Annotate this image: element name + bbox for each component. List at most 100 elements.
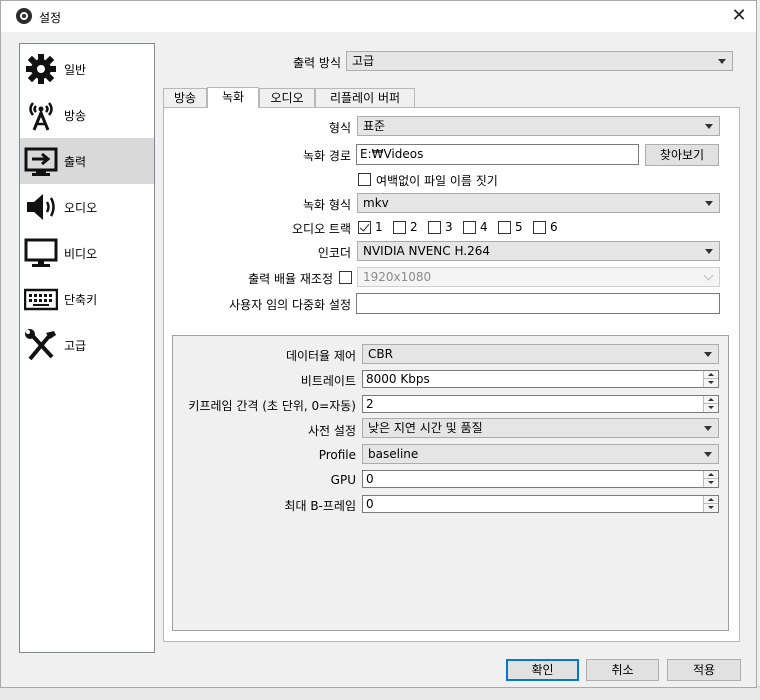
spin-down-icon[interactable] <box>703 404 718 412</box>
sidebar-item-advanced[interactable]: 고급 <box>20 322 154 368</box>
audio-track-1-label: 1 <box>375 220 383 234</box>
bitrate-value: 8000 Kbps <box>366 372 430 386</box>
sidebar-item-label: 방송 <box>64 109 87 123</box>
audio-track-3-checkbox[interactable] <box>428 221 441 234</box>
audio-track-2-label: 2 <box>410 220 418 234</box>
window-title: 설정 <box>39 11 62 25</box>
gpu-value: 0 <box>366 472 374 486</box>
spin-down-icon[interactable] <box>703 479 718 487</box>
audio-track-4-checkbox[interactable] <box>463 221 476 234</box>
sidebar-item-label: 일반 <box>64 63 87 77</box>
bitrate-spinbox[interactable]: 8000 Kbps <box>362 370 719 388</box>
recording-type-label: 형식 <box>328 121 351 135</box>
max-bframes-label: 최대 B-프레임 <box>284 499 356 513</box>
audio-track-4-label: 4 <box>480 220 488 234</box>
spin-down-icon[interactable] <box>703 379 718 387</box>
spin-down-icon[interactable] <box>703 504 718 512</box>
gpu-label: GPU <box>330 473 356 487</box>
tab-replay-buffer[interactable]: 리플레이 버퍼 <box>315 88 415 108</box>
settings-sidebar: 일반 방송 출력 오디오 비디오 단축키 고급 <box>19 43 155 653</box>
chevron-down-icon <box>704 426 712 431</box>
profile-label: Profile <box>318 448 356 462</box>
chevron-down-icon <box>703 270 714 281</box>
gpu-spinbox[interactable]: 0 <box>362 470 719 488</box>
audio-track-5-label: 5 <box>515 220 523 234</box>
output-mode-select[interactable]: 고급 <box>346 51 733 71</box>
max-bframes-spinbox[interactable]: 0 <box>362 495 719 513</box>
chevron-down-icon <box>704 452 712 457</box>
spin-up-icon[interactable] <box>703 496 718 504</box>
max-bframes-value: 0 <box>366 497 374 511</box>
obs-logo-icon <box>16 8 32 24</box>
recording-path-input[interactable]: E:₩Videos <box>356 144 639 165</box>
gear-icon <box>26 54 56 84</box>
rescale-output-checkbox[interactable] <box>339 271 352 284</box>
audio-track-6-checkbox[interactable] <box>533 221 546 234</box>
sidebar-item-output[interactable]: 출력 <box>20 138 154 184</box>
rate-control-select[interactable]: CBR <box>362 344 719 364</box>
sidebar-item-label: 출력 <box>64 155 87 169</box>
cancel-button[interactable]: 취소 <box>586 659 659 681</box>
output-monitor-icon <box>24 147 58 176</box>
chevron-down-icon <box>705 201 713 206</box>
custom-muxer-input[interactable] <box>356 293 720 314</box>
preset-label: 사전 설정 <box>308 424 356 438</box>
recording-type-value: 표준 <box>363 119 386 133</box>
tab-audio[interactable]: 오디오 <box>259 88 315 108</box>
browse-button[interactable]: 찾아보기 <box>645 144 719 166</box>
chevron-down-icon <box>705 249 713 254</box>
keyframe-interval-spinbox[interactable]: 2 <box>362 395 719 413</box>
rescale-resolution-value: 1920x1080 <box>363 270 432 284</box>
spin-up-icon[interactable] <box>703 471 718 479</box>
apply-button[interactable]: 적용 <box>667 659 741 681</box>
recording-format-select[interactable]: mkv <box>357 193 720 213</box>
audio-track-3-label: 3 <box>445 220 453 234</box>
tools-icon <box>25 329 56 361</box>
sidebar-item-stream[interactable]: 방송 <box>20 92 154 138</box>
title-bar: 설정 ✕ <box>1 1 756 32</box>
encoder-value: NVIDIA NVENC H.264 <box>363 244 490 258</box>
audio-track-6-label: 6 <box>550 220 558 234</box>
sidebar-item-label: 비디오 <box>64 247 98 261</box>
keyframe-interval-label: 키프레임 간격 (초 단위, 0=자동) <box>188 399 356 413</box>
preset-value: 낮은 지연 시간 및 품질 <box>368 421 483 435</box>
rate-control-value: CBR <box>368 347 393 361</box>
output-mode-label: 출력 방식 <box>293 56 341 70</box>
spin-up-icon[interactable] <box>703 371 718 379</box>
sidebar-item-general[interactable]: 일반 <box>20 46 154 92</box>
profile-value: baseline <box>368 447 419 461</box>
ok-button[interactable]: 확인 <box>506 659 579 681</box>
encoder-label: 인코더 <box>317 246 351 260</box>
audio-track-2-checkbox[interactable] <box>393 221 406 234</box>
chevron-down-icon <box>718 59 726 64</box>
chevron-down-icon <box>704 352 712 357</box>
no-space-filename-label: 여백없이 파일 이름 짓기 <box>376 174 498 188</box>
tab-recording[interactable]: 녹화 <box>207 87 259 108</box>
preset-select[interactable]: 낮은 지연 시간 및 품질 <box>362 418 719 438</box>
sidebar-item-hotkeys[interactable]: 단축키 <box>20 276 154 322</box>
rescale-output-label: 출력 배율 재조정 <box>248 272 333 286</box>
encoder-select[interactable]: NVIDIA NVENC H.264 <box>357 241 720 261</box>
sidebar-item-label: 오디오 <box>64 201 98 215</box>
spin-up-icon[interactable] <box>703 396 718 404</box>
audio-track-5-checkbox[interactable] <box>498 221 511 234</box>
keyboard-icon <box>24 288 58 311</box>
tab-stream[interactable]: 방송 <box>163 88 207 108</box>
recording-format-value: mkv <box>363 196 389 210</box>
sidebar-item-audio[interactable]: 오디오 <box>20 184 154 230</box>
keyframe-interval-value: 2 <box>366 397 374 411</box>
chevron-down-icon <box>705 124 713 129</box>
rate-control-label: 데이터율 제어 <box>285 349 356 363</box>
no-space-filename-checkbox[interactable] <box>358 173 371 186</box>
sidebar-item-video[interactable]: 비디오 <box>20 230 154 276</box>
recording-path-label: 녹화 경로 <box>303 149 351 163</box>
audio-track-label: 오디오 트랙 <box>291 222 351 236</box>
audio-track-1-checkbox[interactable] <box>358 221 371 234</box>
profile-select[interactable]: baseline <box>362 444 719 464</box>
rescale-resolution-select[interactable]: 1920x1080 <box>357 267 720 287</box>
sidebar-item-label: 고급 <box>64 339 87 353</box>
close-button[interactable]: ✕ <box>725 3 753 29</box>
recording-type-select[interactable]: 표준 <box>357 116 720 136</box>
output-mode-value: 고급 <box>352 54 375 68</box>
monitor-icon <box>24 238 58 267</box>
